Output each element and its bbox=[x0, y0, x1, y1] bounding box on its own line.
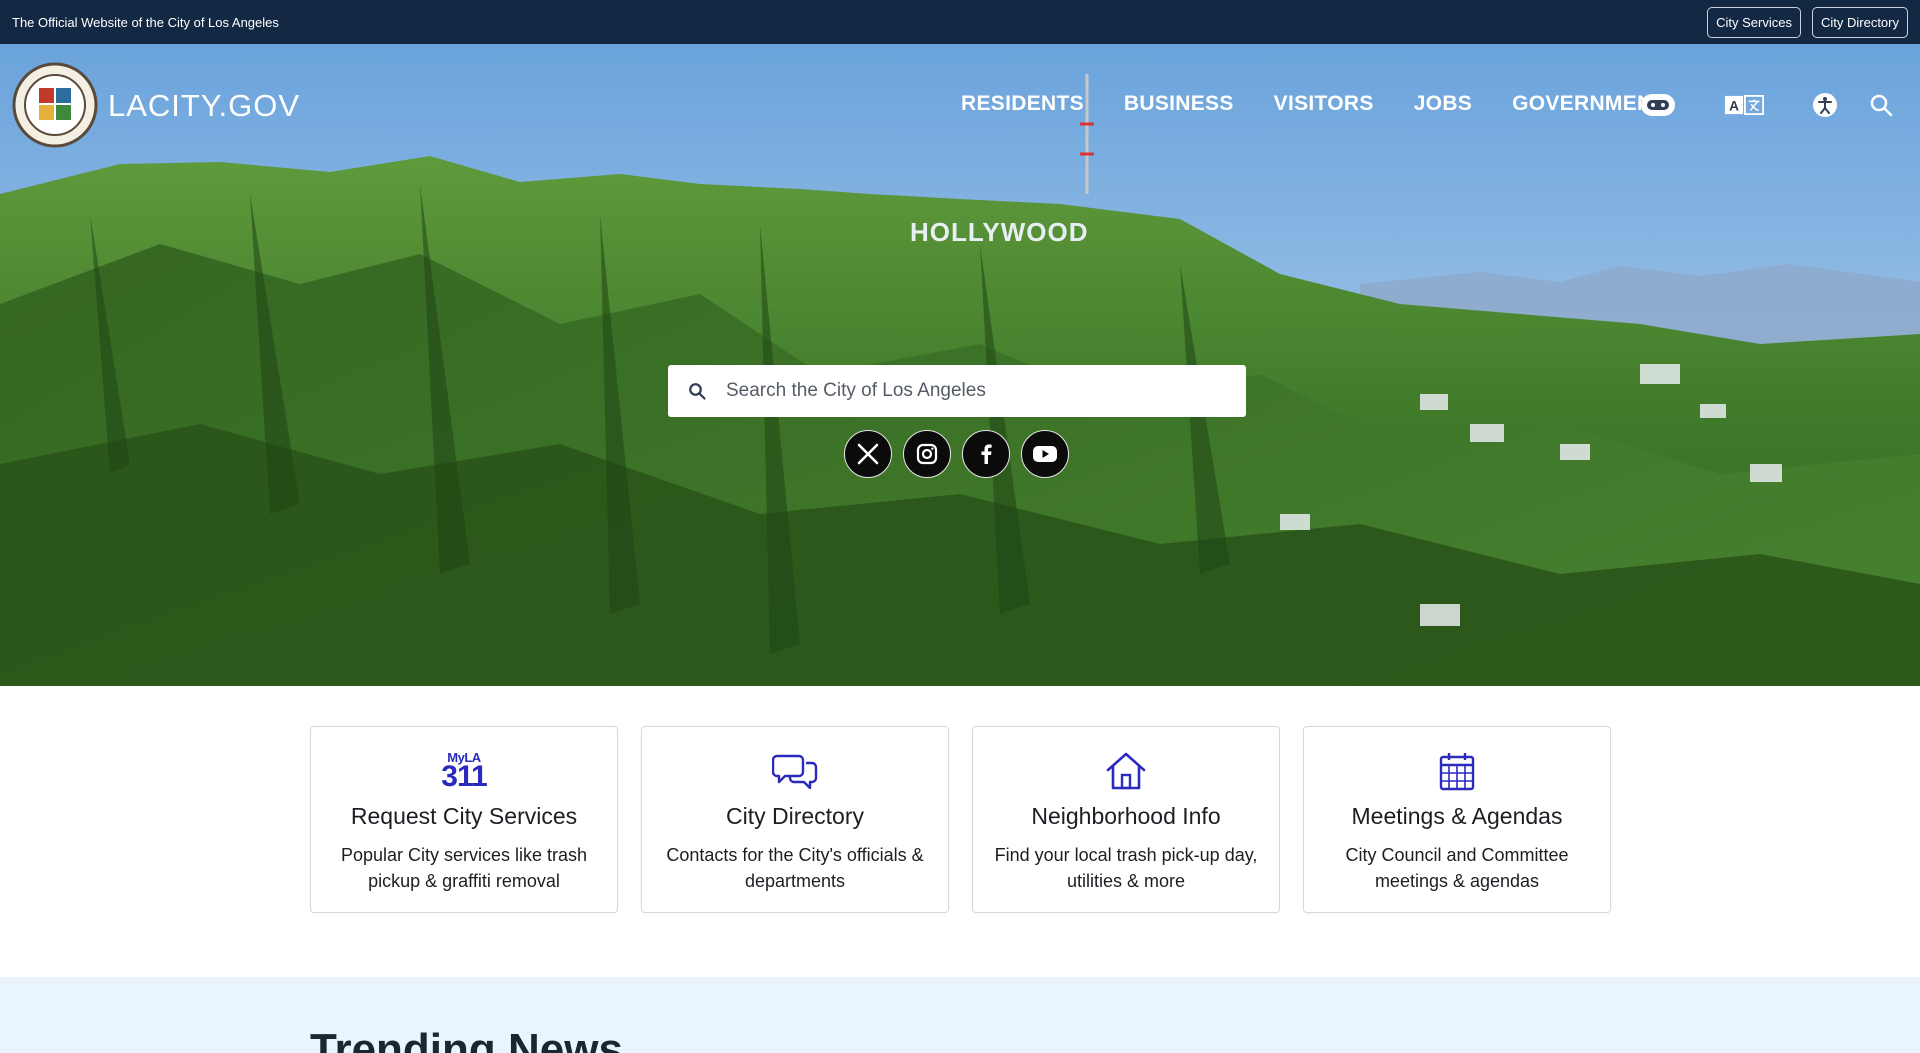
translate-button[interactable]: A bbox=[1724, 85, 1764, 125]
facebook-icon bbox=[981, 444, 992, 464]
chatbot-icon bbox=[1641, 94, 1675, 116]
card-title: Meetings & Agendas bbox=[1351, 803, 1563, 829]
city-directory-link[interactable]: City Directory bbox=[1811, 6, 1908, 38]
card-title: Request City Services bbox=[350, 803, 578, 829]
search-icon bbox=[1870, 94, 1893, 117]
myla311-logo-bottom: 311 bbox=[441, 759, 487, 793]
card-description: Contacts for the City's officials & depa… bbox=[666, 845, 924, 891]
chatbot-button[interactable] bbox=[1638, 85, 1678, 125]
youtube-icon bbox=[1033, 446, 1057, 462]
accessibility-button[interactable] bbox=[1805, 85, 1845, 125]
x-icon bbox=[857, 443, 879, 465]
instagram-link[interactable] bbox=[903, 430, 951, 478]
city-services-link[interactable]: City Services bbox=[1707, 6, 1801, 38]
nav-jobs[interactable]: JOBS bbox=[1414, 92, 1472, 116]
myla311-logo-icon: MyLA 311 bbox=[441, 751, 487, 793]
calendar-icon bbox=[1439, 753, 1475, 791]
search-input[interactable] bbox=[726, 380, 1226, 402]
header-search-button[interactable] bbox=[1861, 85, 1901, 125]
card-neighborhood-info[interactable]: Neighborhood Info Find your local trash … bbox=[972, 726, 1280, 913]
trending-news-heading: Trending News bbox=[310, 1025, 623, 1053]
house-icon bbox=[1106, 752, 1146, 790]
chat-bubbles-icon bbox=[772, 754, 818, 790]
social-links bbox=[844, 430, 1069, 478]
hero-search-box bbox=[668, 365, 1246, 417]
quick-links: MyLA 311 Request City Services Popular C… bbox=[310, 726, 1611, 913]
nav-residents[interactable]: RESIDENTS bbox=[961, 92, 1084, 116]
card-description: Popular City services like trash pickup … bbox=[340, 845, 588, 891]
accessibility-icon bbox=[1813, 93, 1837, 117]
card-request-city-services[interactable]: MyLA 311 Request City Services Popular C… bbox=[310, 726, 618, 913]
facebook-link[interactable] bbox=[962, 430, 1010, 478]
svg-text:A: A bbox=[1729, 98, 1739, 113]
search-icon bbox=[668, 365, 726, 417]
nav-visitors[interactable]: VISITORS bbox=[1274, 92, 1374, 116]
nav-business[interactable]: BUSINESS bbox=[1124, 92, 1234, 116]
card-city-directory[interactable]: City Directory Contacts for the City's o… bbox=[641, 726, 949, 913]
site-brand[interactable]: LACITY.GOV bbox=[108, 88, 300, 124]
youtube-link[interactable] bbox=[1021, 430, 1069, 478]
official-website-notice: The Official Website of the City of Los … bbox=[12, 14, 279, 30]
trending-news-section: Trending News bbox=[0, 977, 1920, 1053]
card-title: City Directory bbox=[725, 803, 864, 829]
site-header: LACITY.GOV RESIDENTS BUSINESS VISITORS J… bbox=[0, 44, 1920, 168]
instagram-icon bbox=[916, 443, 938, 465]
x-link[interactable] bbox=[844, 430, 892, 478]
card-description: Find your local trash pick-up day, utili… bbox=[994, 845, 1258, 891]
utility-links: City Services City Directory bbox=[1707, 6, 1908, 38]
city-seal-logo[interactable] bbox=[12, 62, 98, 148]
main-nav: RESIDENTS BUSINESS VISITORS JOBS GOVERNM… bbox=[961, 92, 1706, 116]
hollywood-sign: HOLLYWOOD bbox=[910, 217, 1088, 247]
card-meetings-agendas[interactable]: Meetings & Agendas City Council and Comm… bbox=[1303, 726, 1611, 913]
card-title: Neighborhood Info bbox=[1031, 803, 1221, 829]
card-description: City Council and Committee meetings & ag… bbox=[1345, 845, 1569, 891]
translate-icon: A bbox=[1724, 95, 1764, 115]
utility-bar: The Official Website of the City of Los … bbox=[0, 0, 1920, 44]
